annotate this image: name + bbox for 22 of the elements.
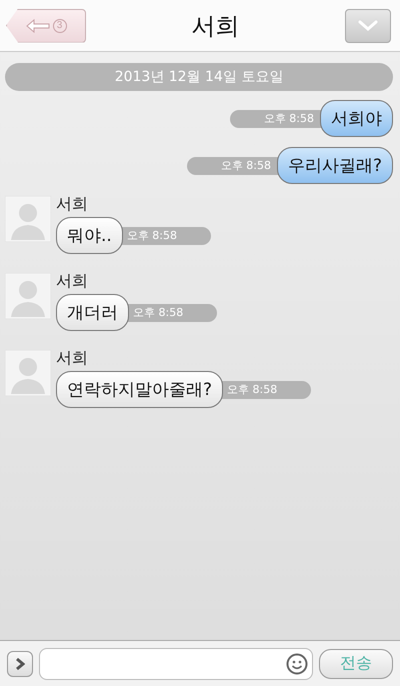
sender-name: 서희	[56, 271, 89, 292]
message-input-field[interactable]	[39, 648, 313, 680]
sender-name: 서희	[56, 348, 89, 369]
sent-message-bubble: 우리사귈래?	[276, 147, 393, 184]
date-divider: 2013년 12월 14일 토요일	[5, 63, 393, 91]
chevron-down-icon	[358, 20, 378, 32]
unread-count: 3	[52, 18, 66, 32]
received-message-bubble: 개더러	[56, 294, 129, 331]
avatar-icon	[5, 350, 51, 396]
sent-message-bubble: 서희야	[320, 100, 393, 137]
received-message-bubble: 뭐야..	[56, 217, 123, 254]
avatar-icon	[5, 273, 51, 319]
back-button[interactable]: 3	[6, 8, 86, 42]
send-button[interactable]: 전송	[319, 648, 393, 678]
avatar-icon	[5, 196, 51, 242]
received-message-bubble: 연락하지말아줄래?	[56, 371, 224, 408]
smiley-icon[interactable]	[286, 652, 308, 674]
chevron-right-icon	[15, 656, 25, 670]
back-arrow-icon	[26, 18, 50, 32]
expand-button[interactable]	[7, 650, 33, 676]
sender-name: 서희	[56, 194, 89, 215]
chat-title: 서희	[192, 10, 240, 42]
